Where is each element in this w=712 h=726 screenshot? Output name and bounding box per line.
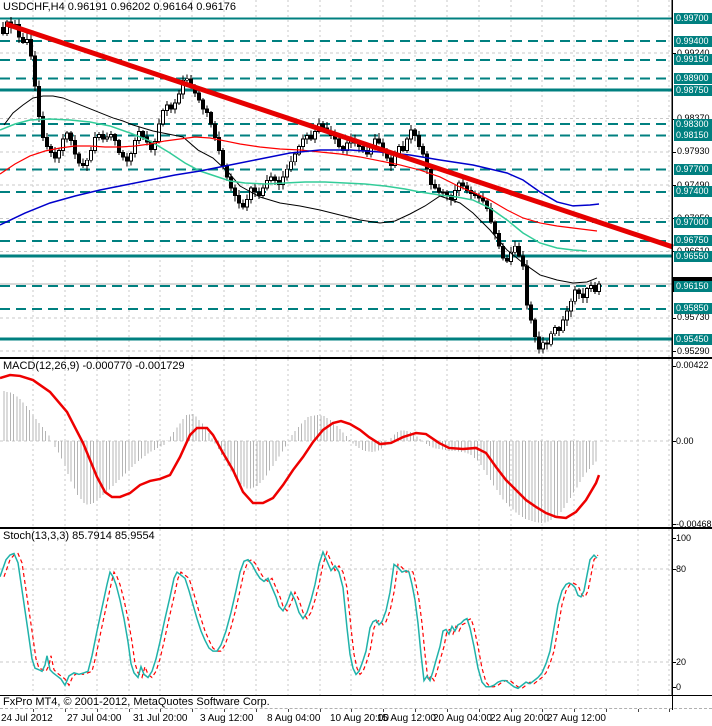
level-price-label: 0.99400 <box>674 35 712 47</box>
level-price-label: 0.97400 <box>674 186 712 198</box>
level-price-label: 0.97700 <box>674 163 712 175</box>
panel-separator[interactable] <box>0 527 712 529</box>
time-axis-label: 3 Aug 12:00 <box>200 713 254 724</box>
stoch-axis-label: 20 <box>676 656 687 667</box>
time-axis-tick <box>224 709 225 712</box>
stoch-axis-label: 80 <box>676 563 687 574</box>
time-axis-tick <box>511 709 512 712</box>
level-price-label: 0.99150 <box>674 54 712 66</box>
time-axis-tick <box>415 709 416 712</box>
level-price-label: 0.98750 <box>674 84 712 96</box>
time-axis-label: 27 Aug 12:00 <box>547 713 606 724</box>
time-axis-tick <box>574 709 575 712</box>
mt4-chart-window: USDCHF,H4 0.96191 0.96202 0.96164 0.9617… <box>0 0 712 726</box>
time-axis-tick <box>97 709 98 712</box>
level-price-label: 0.96550 <box>674 250 712 262</box>
level-price-label: 0.96150 <box>674 280 712 292</box>
time-axis-tick <box>479 709 480 712</box>
stochastic-panel: Stoch(13,3,3) 85.7914 85.9554 100 80 20 0 <box>0 529 712 695</box>
time-axis-label: 31 Jul 20:00 <box>133 713 188 724</box>
time-axis-tick <box>33 709 34 712</box>
time-axis-label: 15 Aug 12:00 <box>377 713 436 724</box>
time-axis[interactable]: 24 Jul 2012 27 Jul 04:00 31 Jul 20:00 3 Aug… <box>0 709 712 726</box>
level-price-label: 0.98900 <box>674 73 712 85</box>
stochastic-chart-canvas[interactable] <box>0 529 712 695</box>
main-chart-panel: USDCHF,H4 0.96191 0.96202 0.96164 0.9617… <box>0 0 712 357</box>
copyright-text: FxPro MT4, © 2001-2012, MetaQuotes Softw… <box>0 696 712 709</box>
chart-title: USDCHF,H4 0.96191 0.96202 0.96164 0.9617… <box>3 1 237 13</box>
time-axis-tick <box>447 709 448 712</box>
time-axis-tick <box>160 709 161 712</box>
time-axis-tick <box>351 709 352 712</box>
time-axis-tick <box>65 709 66 712</box>
stoch-axis-label: 100 <box>676 532 692 543</box>
time-axis-tick <box>256 709 257 712</box>
time-axis-tick <box>383 709 384 712</box>
stoch-axis-label: 0 <box>676 681 682 692</box>
macd-axis-label: 0.00 <box>676 435 694 446</box>
time-axis-tick <box>320 709 321 712</box>
price-axis-line <box>672 0 673 710</box>
time-axis-tick <box>606 709 607 712</box>
panel-separator[interactable] <box>0 357 712 359</box>
time-axis-tick <box>288 709 289 712</box>
level-price-label: 0.95850 <box>674 303 712 315</box>
macd-chart-canvas[interactable] <box>0 359 712 527</box>
level-price-label: 0.95450 <box>674 333 712 345</box>
time-axis-tick <box>669 709 670 712</box>
macd-title: MACD(12,26,9) -0.000770 -0.001729 <box>3 360 185 372</box>
time-axis-tick <box>129 709 130 712</box>
time-axis-label: 20 Aug 04:00 <box>433 713 492 724</box>
macd-axis-label: 0.00422 <box>676 360 709 371</box>
time-axis-label: 22 Aug 20:00 <box>490 713 549 724</box>
macd-panel: MACD(12,26,9) -0.000770 -0.001729 0.0042… <box>0 359 712 529</box>
time-axis-label: 8 Aug 04:00 <box>267 713 321 724</box>
stochastic-title: Stoch(13,3,3) 85.7914 85.9554 <box>3 530 155 542</box>
price-axis-label: 0.97930 <box>676 146 711 158</box>
panel-separator <box>0 695 712 696</box>
time-axis-tick <box>542 709 543 712</box>
time-axis-tick <box>638 709 639 712</box>
price-axis-label: 0.95290 <box>676 345 711 357</box>
level-price-label: 0.98150 <box>674 129 712 141</box>
level-price-label: 0.96750 <box>674 235 712 247</box>
time-axis-tick <box>192 709 193 712</box>
time-axis-label: 27 Jul 04:00 <box>67 713 122 724</box>
time-axis-label: 24 Jul 2012 <box>1 713 53 724</box>
level-price-label: 0.98300 <box>674 118 712 130</box>
level-price-label: 0.97000 <box>674 216 712 228</box>
level-price-label: 0.99700 <box>674 12 712 24</box>
price-chart-canvas[interactable] <box>0 0 712 357</box>
